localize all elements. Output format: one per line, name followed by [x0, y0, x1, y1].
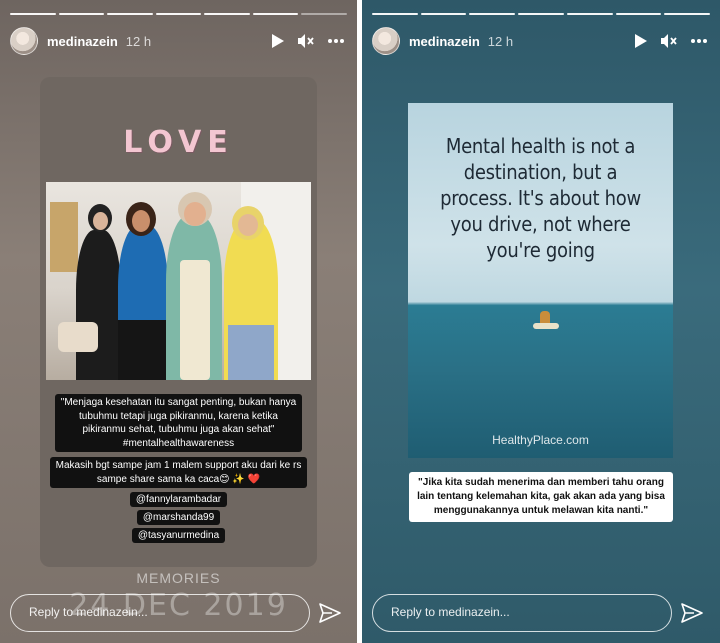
- play-icon[interactable]: [271, 33, 285, 49]
- caption-line: menggunakannya untuk melawan kita nanti.…: [433, 505, 649, 516]
- mute-icon[interactable]: [660, 33, 678, 49]
- quote-line: you drive, not where: [450, 212, 631, 236]
- paddleboard: [533, 323, 559, 329]
- caption-line: "Jika kita sudah menerima dan memberi ta…: [418, 477, 664, 488]
- mention-tags: @fannylarambadar @marshanda99 @tasyanurm…: [40, 489, 317, 543]
- caption-thanks-line: Makasih bgt sampe jam 1 malem support ak…: [55, 460, 302, 471]
- mention-tag[interactable]: @tasyanurmedina: [131, 528, 226, 543]
- quote-text: Mental health is not a destination, but …: [408, 133, 673, 263]
- username[interactable]: medinazein: [47, 34, 118, 49]
- caption: "Jika kita sudah menerima dan memberi ta…: [362, 472, 720, 522]
- story-progress-bar: [372, 13, 711, 15]
- watermark: HealthyPlace.com: [492, 433, 589, 447]
- caption-thanks: Makasih bgt sampe jam 1 malem support ak…: [40, 457, 317, 488]
- story-header: medinazein 12 h: [10, 26, 345, 56]
- caption-quote-line: tubuhmu tetapi juga pikiranmu, karena ke…: [78, 410, 278, 422]
- post-time: 12 h: [125, 33, 152, 49]
- quote-image: Mental health is not a destination, but …: [408, 103, 673, 458]
- mention-tag[interactable]: @fannylarambadar: [129, 492, 228, 507]
- quote-line: process. It's about how: [440, 186, 641, 210]
- story-header: medinazein 12 h: [372, 26, 708, 56]
- caption-thanks-line: sampe share sama ka caca😊 ✨ ❤️: [96, 473, 261, 485]
- send-icon[interactable]: [680, 601, 704, 625]
- mention-tag[interactable]: @marshanda99: [136, 510, 221, 525]
- quote-line: Mental health is not a: [445, 134, 636, 158]
- username[interactable]: medinazein: [409, 34, 480, 49]
- post-time: 12 h: [487, 33, 514, 49]
- group-photo: [46, 182, 311, 380]
- hashtag[interactable]: #mentalhealthawareness: [61, 437, 296, 451]
- story-right[interactable]: medinazein 12 h Mental health is not a d…: [362, 0, 720, 643]
- story-progress-bar: [10, 13, 348, 15]
- quote-line: destination, but a: [463, 160, 618, 184]
- avatar[interactable]: [10, 27, 38, 55]
- more-icon[interactable]: [690, 38, 708, 44]
- caption-quote-line: "Menjaga kesehatan itu sangat penting, b…: [60, 397, 297, 408]
- caption-quote: "Menjaga kesehatan itu sangat penting, b…: [40, 394, 317, 452]
- story-card: LOVE "Menjaga kesehatan itu sangat penti…: [40, 77, 317, 567]
- caption-line: lain tentang kelemahan kita, gak akan ad…: [417, 491, 665, 502]
- send-icon[interactable]: [318, 601, 342, 625]
- avatar[interactable]: [372, 27, 400, 55]
- quote-line: you're going: [486, 238, 595, 262]
- love-title: LOVE: [123, 125, 234, 160]
- play-icon[interactable]: [634, 33, 648, 49]
- more-icon[interactable]: [327, 38, 345, 44]
- story-left[interactable]: medinazein 12 h LOVE "Menjaga kesehatan …: [0, 0, 357, 643]
- memories-label: MEMORIES: [136, 570, 221, 586]
- mute-icon[interactable]: [297, 33, 315, 49]
- reply-input[interactable]: Reply to medinazein...: [10, 594, 310, 632]
- reply-input[interactable]: Reply to medinazein...: [372, 594, 672, 632]
- caption-quote-line: pikiranmu sehat, tubuhmu juga akan sehat…: [82, 424, 275, 435]
